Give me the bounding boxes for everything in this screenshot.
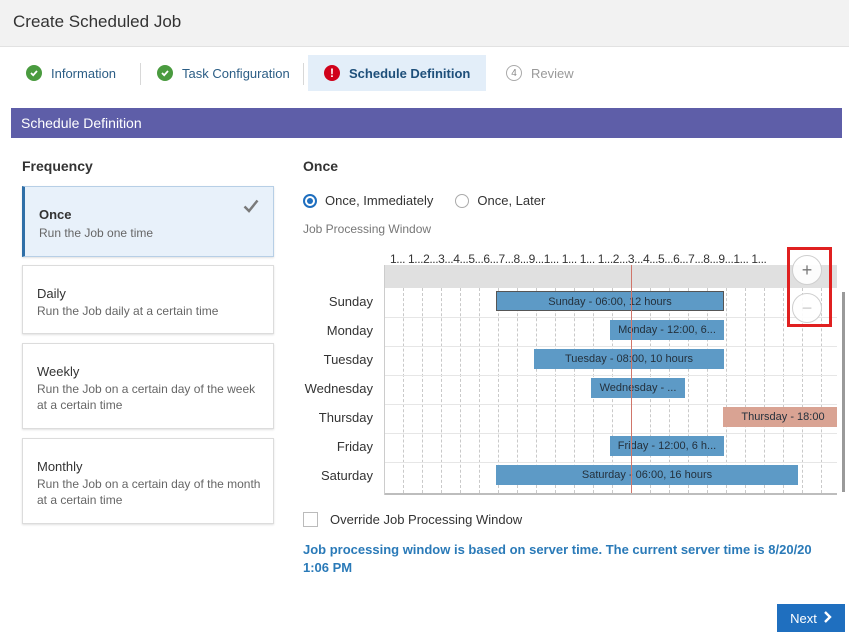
frequency-title: Frequency xyxy=(22,158,93,174)
row-divider xyxy=(385,433,837,434)
window-bar-sunday[interactable]: Sunday - 06:00, 12 hours xyxy=(496,291,724,311)
frequency-option-daily[interactable]: Daily Run the Job daily at a certain tim… xyxy=(22,265,274,334)
current-time-line xyxy=(631,265,632,493)
step-task-configuration[interactable]: Task Configuration xyxy=(157,55,290,91)
next-label: Next xyxy=(790,610,817,626)
row-divider xyxy=(385,317,837,318)
option-name: Monthly xyxy=(37,459,83,474)
row-divider xyxy=(385,375,837,376)
highlight-box xyxy=(787,247,832,327)
window-bar-monday[interactable]: Monday - 12:00, 6... xyxy=(610,320,724,340)
day-label: Sunday xyxy=(328,294,373,309)
step-schedule-definition[interactable]: ! Schedule Definition xyxy=(308,55,487,91)
option-description: Run the Job one time xyxy=(39,226,154,240)
schedule-grid[interactable]: Sunday - 06:00, 12 hours Monday - 12:00,… xyxy=(384,265,837,495)
override-label: Override Job Processing Window xyxy=(330,512,523,527)
option-description: Run the Job on a certain day of the week… xyxy=(37,382,256,412)
option-description: Run the Job on a certain day of the mont… xyxy=(37,477,261,507)
window-bar-tuesday[interactable]: Tuesday - 08:00, 10 hours xyxy=(534,349,724,369)
grid-header-band xyxy=(385,265,837,288)
title-bar: Create Scheduled Job xyxy=(0,0,849,47)
step-information[interactable]: Information xyxy=(26,55,116,91)
step-divider xyxy=(140,63,141,85)
day-label: Monday xyxy=(326,323,373,338)
row-divider xyxy=(385,462,837,463)
step-label: Task Configuration xyxy=(182,65,290,81)
vertical-scrollbar[interactable] xyxy=(842,292,845,492)
frequency-option-once[interactable]: Once Run the Job one time xyxy=(22,186,274,257)
radio-once-immediately[interactable]: Once, Immediately xyxy=(303,193,433,208)
override-checkbox-row[interactable]: Override Job Processing Window xyxy=(303,512,522,527)
step-number-icon: 4 xyxy=(506,65,522,81)
window-label: Job Processing Window xyxy=(303,222,432,236)
check-circle-icon xyxy=(26,65,42,81)
radio-unselected-icon xyxy=(455,193,470,208)
day-label: Wednesday xyxy=(304,381,373,396)
grid-scrollbar[interactable] xyxy=(385,493,837,495)
chevron-right-icon xyxy=(823,610,832,626)
row-divider xyxy=(385,346,837,347)
once-title: Once xyxy=(303,158,339,174)
step-label: Schedule Definition xyxy=(349,65,471,81)
option-name: Once xyxy=(39,207,72,222)
step-label: Review xyxy=(531,65,574,81)
dialog-title: Create Scheduled Job xyxy=(13,12,182,31)
wizard-steps: Information Task Configuration ! Schedul… xyxy=(12,55,842,91)
window-bar-thursday[interactable]: Thursday - 18:00 xyxy=(723,407,837,427)
checkmark-icon xyxy=(243,199,259,218)
window-bar-wednesday[interactable]: Wednesday - ... xyxy=(591,378,685,398)
once-radio-group: Once, Immediately Once, Later xyxy=(303,193,567,208)
radio-label: Once, Later xyxy=(477,193,546,208)
day-label: Friday xyxy=(336,439,373,454)
window-bar-saturday[interactable]: Saturday - 06:00, 16 hours xyxy=(496,465,798,485)
error-icon: ! xyxy=(324,65,340,81)
hour-header: 1... 1...2...3...4...5...6...7...8...9..… xyxy=(390,252,767,266)
option-description: Run the Job daily at a certain time xyxy=(37,304,219,318)
window-bar-friday[interactable]: Friday - 12:00, 6 h... xyxy=(610,436,724,456)
next-button[interactable]: Next xyxy=(777,604,845,632)
step-divider xyxy=(303,63,304,85)
radio-once-later[interactable]: Once, Later xyxy=(455,193,545,208)
step-review[interactable]: 4 Review xyxy=(506,55,574,91)
option-name: Weekly xyxy=(37,364,80,379)
radio-selected-icon xyxy=(303,193,317,208)
day-label: Saturday xyxy=(320,468,373,483)
frequency-option-monthly[interactable]: Monthly Run the Job on a certain day of … xyxy=(22,438,274,524)
override-checkbox[interactable] xyxy=(303,512,318,527)
day-label: Thursday xyxy=(318,410,373,425)
row-divider xyxy=(385,404,837,405)
server-time-note: Job processing window is based on server… xyxy=(303,542,812,575)
section-header: Schedule Definition xyxy=(11,108,842,138)
day-label: Tuesday xyxy=(323,352,373,367)
step-label: Information xyxy=(51,65,117,81)
frequency-option-weekly[interactable]: Weekly Run the Job on a certain day of t… xyxy=(22,343,274,429)
option-name: Daily xyxy=(37,286,66,301)
check-circle-icon xyxy=(157,65,173,81)
radio-label: Once, Immediately xyxy=(325,193,434,208)
